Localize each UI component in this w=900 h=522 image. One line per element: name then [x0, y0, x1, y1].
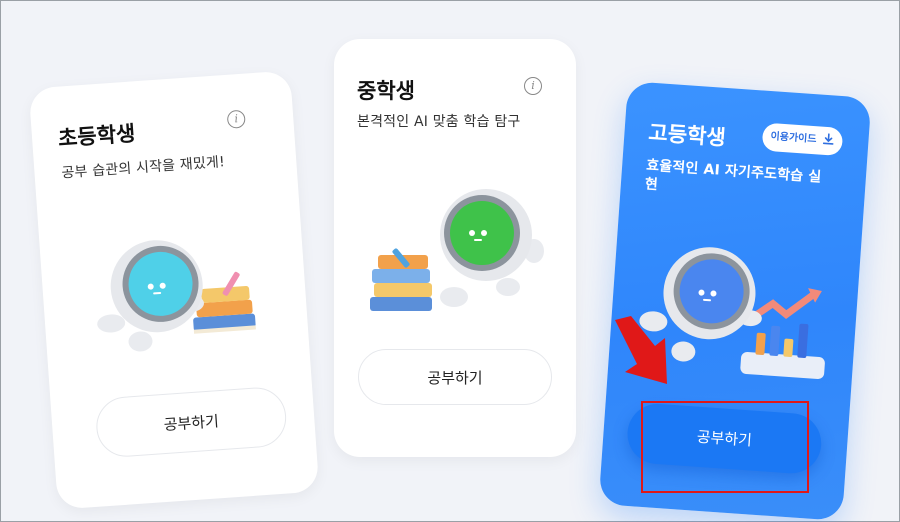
- card-middle[interactable]: 중학생 i 본격적인 AI 맞춤 학습 탐구 공부하기: [334, 39, 576, 457]
- info-icon[interactable]: i: [226, 109, 246, 129]
- card-title: 중학생: [357, 79, 415, 103]
- robot-mascot: [97, 240, 256, 352]
- info-icon[interactable]: i: [524, 77, 542, 95]
- card-title: 초등학생: [57, 121, 137, 151]
- study-button-middle[interactable]: 공부하기: [358, 349, 552, 405]
- card-subtitle: 공부 습관의 시작을 재밌게!: [61, 154, 226, 182]
- highlight-box-annotation: [641, 401, 809, 493]
- card-subtitle: 효율적인 AI 자기주도학습 실 현: [644, 157, 822, 207]
- download-icon: [823, 133, 834, 145]
- red-arrow-annotation: [615, 316, 667, 384]
- robot-mascot: [370, 189, 544, 311]
- card-subtitle: 본격적인 AI 맞춤 학습 탐구: [357, 114, 521, 130]
- study-button-elementary[interactable]: 공부하기: [94, 385, 289, 459]
- card-elementary[interactable]: 초등학생 i 공부 습관의 시작을 재밌게! 공부하기: [28, 70, 320, 510]
- guide-label: 이용가이드: [770, 131, 817, 146]
- books-illustration: [370, 248, 432, 311]
- user-guide-button[interactable]: 이용가이드: [761, 122, 844, 157]
- card-title: 고등학생: [647, 120, 727, 150]
